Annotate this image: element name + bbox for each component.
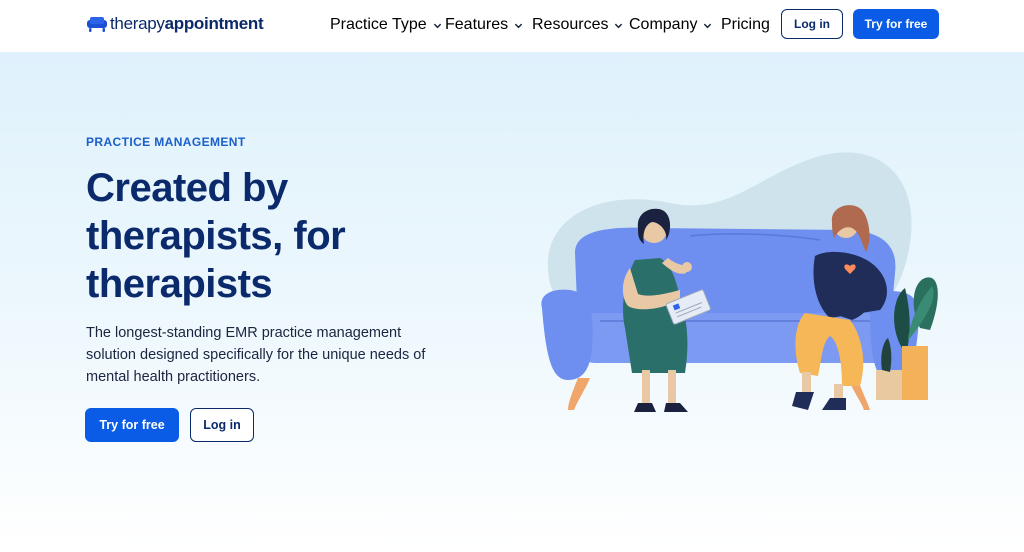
client-leg [834,384,843,400]
plant-pot [902,346,928,400]
headline-line: therapists, for [86,214,346,258]
headline-line: Created by [86,166,288,210]
hero-try-free-button[interactable]: Try for free [85,408,179,442]
headline-line: therapists [86,262,273,306]
chevron-down-icon [514,23,523,28]
plant-pot-small [876,370,902,400]
therapist-hand [682,262,692,272]
therapist-shoe [664,403,688,412]
nav-label: Company [629,16,698,33]
chevron-down-icon [615,23,623,28]
nav-label: Practice Type [330,16,427,33]
nav-resources[interactable]: Resources [532,16,623,34]
couch-arm-left [541,289,593,380]
chevron-down-icon [704,23,712,28]
logo-text: therapyappointment [110,14,264,33]
couch-leg-left [568,378,590,410]
nav-company[interactable]: Company [629,16,712,34]
therapy-session-illustration [541,152,938,412]
nav-label: Resources [532,16,609,33]
nav-practice-type[interactable]: Practice Type [330,16,442,34]
header-login-button[interactable]: Log in [781,9,843,39]
header-try-free-button[interactable]: Try for free [853,9,939,39]
client-shoe [822,398,846,410]
chevron-down-icon [433,23,441,28]
nav-label: Pricing [721,16,770,33]
couch-icon [87,17,107,32]
client-leg [802,372,811,392]
nav-pricing[interactable]: Pricing [721,16,770,34]
therapist-leg [668,370,676,405]
hero-login-button[interactable]: Log in [190,408,254,442]
therapist-leg [642,370,650,405]
hero-eyebrow: PRACTICE MANAGEMENT [86,135,246,149]
site-header: therapyappointment Practice Type Feature… [0,0,1024,52]
therapist-shoe [634,403,656,412]
brand-logo[interactable]: therapyappointment [86,13,264,35]
nav-features[interactable]: Features [445,16,523,34]
nav-label: Features [445,16,509,33]
hero-subtext: The longest-standing EMR practice manage… [86,325,426,385]
client-shoe [792,392,814,410]
hero-headline: Created by therapists, for therapists [86,164,446,308]
